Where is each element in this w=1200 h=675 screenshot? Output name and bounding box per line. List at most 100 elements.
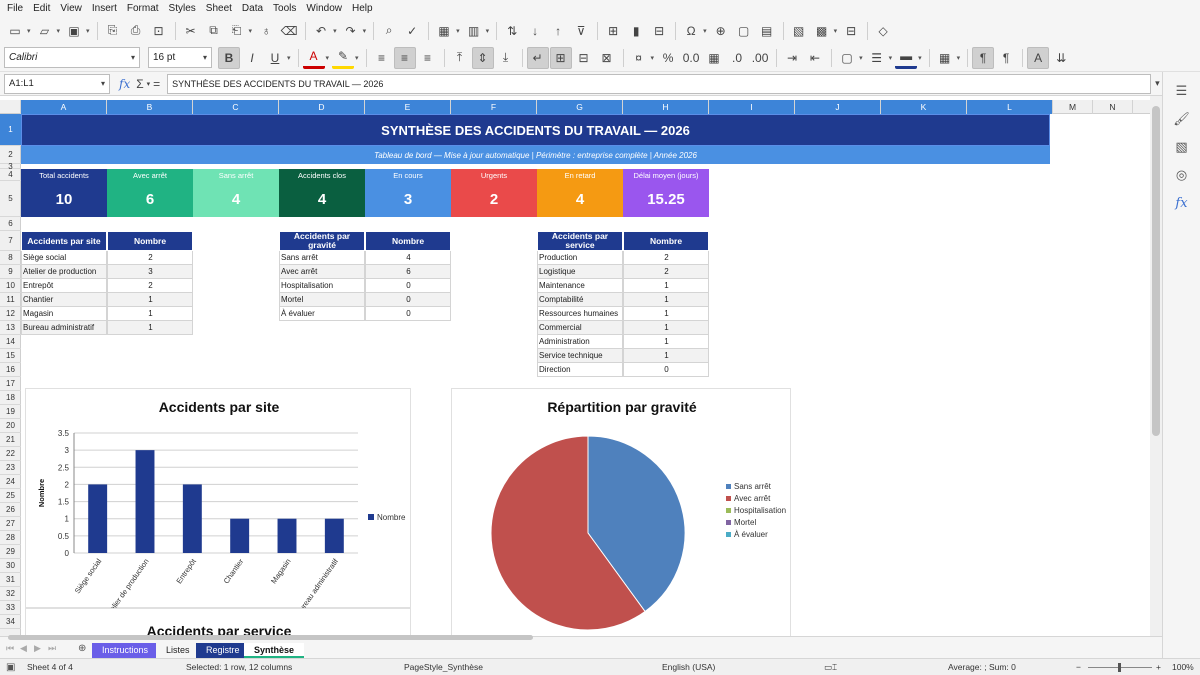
undo-dropdown-icon[interactable]: ▾ bbox=[333, 27, 337, 35]
table-cell-count[interactable]: 2 bbox=[623, 265, 709, 279]
table-header-label[interactable]: Accidents par site bbox=[21, 231, 107, 251]
chart-accidents-par-service[interactable]: Accidents par service bbox=[25, 608, 411, 636]
pivot-table-icon[interactable]: ⊟ bbox=[648, 20, 670, 42]
table-cell-count[interactable]: 0 bbox=[623, 363, 709, 377]
menu-window[interactable]: Window bbox=[301, 1, 347, 17]
cut-icon[interactable]: ✂ bbox=[180, 20, 202, 42]
increase-indent-icon[interactable]: ⇥ bbox=[781, 47, 803, 69]
column-header-a[interactable]: A bbox=[21, 100, 107, 114]
right-to-left-icon[interactable]: ¶ bbox=[995, 47, 1017, 69]
row-header-27[interactable]: 27 bbox=[0, 517, 21, 531]
spelling-icon[interactable]: ✓ bbox=[401, 20, 423, 42]
kpi-label[interactable]: Délai moyen (jours) bbox=[623, 169, 709, 181]
table-row[interactable]: Administration 1 bbox=[537, 335, 709, 349]
redo-icon[interactable]: ↷ bbox=[340, 20, 362, 42]
menu-file[interactable]: File bbox=[2, 1, 28, 17]
table-cell-label[interactable]: Logistique bbox=[537, 265, 623, 279]
row-header-14[interactable]: 14 bbox=[0, 335, 21, 349]
sheet-nav-first-icon[interactable]: ⏮ bbox=[6, 643, 14, 654]
table-row[interactable]: Comptabilité 1 bbox=[537, 293, 709, 307]
row-icon[interactable]: ▦ bbox=[433, 20, 455, 42]
sort-icon[interactable]: ⇅ bbox=[501, 20, 523, 42]
row-header-4[interactable]: 4 bbox=[0, 169, 21, 181]
sheet-tab-2[interactable]: Listes bbox=[156, 643, 200, 658]
column-header-n[interactable]: N bbox=[1093, 100, 1133, 114]
column-header-l[interactable]: L bbox=[967, 100, 1053, 114]
kpi-label[interactable]: Avec arrêt bbox=[107, 169, 193, 181]
row-header-8[interactable]: 8 bbox=[0, 251, 21, 265]
table-row[interactable]: Mortel 0 bbox=[279, 293, 451, 307]
table-cell-label[interactable]: Administration bbox=[537, 335, 623, 349]
table-row[interactable]: Direction 0 bbox=[537, 363, 709, 377]
wrap-text-icon[interactable]: ↵ bbox=[526, 46, 549, 69]
menu-view[interactable]: View bbox=[55, 1, 87, 17]
comment-icon[interactable]: ▢ bbox=[733, 20, 755, 42]
clear-formatting-icon[interactable]: ⌫ bbox=[278, 20, 300, 42]
column-header-d[interactable]: D bbox=[279, 100, 365, 114]
redo-dropdown-icon[interactable]: ▾ bbox=[363, 27, 367, 35]
formula-equals-icon[interactable]: = bbox=[153, 77, 160, 91]
bold-icon[interactable]: B bbox=[218, 46, 240, 69]
row-header-20[interactable]: 20 bbox=[0, 419, 21, 433]
navigator-icon[interactable]: ◎ bbox=[1171, 164, 1193, 186]
row-header-17[interactable]: 17 bbox=[0, 377, 21, 391]
split-window-icon[interactable]: ⊟ bbox=[840, 20, 862, 42]
row-header-18[interactable]: 18 bbox=[0, 391, 21, 405]
sheet-tab-4[interactable]: Synthèse bbox=[244, 643, 305, 658]
table-cell-label[interactable]: Siège social bbox=[21, 251, 107, 265]
table-cell-label[interactable]: Mortel bbox=[279, 293, 365, 307]
delete-decimal-icon[interactable]: .00 bbox=[749, 47, 771, 69]
row-header-1[interactable]: 1 bbox=[0, 114, 21, 146]
column-header-m[interactable]: M bbox=[1053, 100, 1093, 114]
save-icon[interactable]: ▣ bbox=[63, 20, 85, 42]
table-cell-label[interactable]: Hospitalisation bbox=[279, 279, 365, 293]
column-header-f[interactable]: F bbox=[451, 100, 537, 114]
border-style-icon[interactable]: ☰ bbox=[866, 47, 888, 69]
row-header-19[interactable]: 19 bbox=[0, 405, 21, 419]
table-row[interactable]: Service technique 1 bbox=[537, 349, 709, 363]
table-row[interactable]: Ressources humaines 1 bbox=[537, 307, 709, 321]
column-header-b[interactable]: B bbox=[107, 100, 193, 114]
status-summary[interactable]: Average: ; Sum: 0 bbox=[948, 662, 1016, 672]
table-header-count[interactable]: Nombre bbox=[107, 231, 193, 251]
borders-icon[interactable]: ▢ bbox=[836, 47, 858, 69]
kpi-label[interactable]: En cours bbox=[365, 169, 451, 181]
merge-cells-icon[interactable]: ⊟ bbox=[573, 47, 595, 69]
menu-insert[interactable]: Insert bbox=[87, 1, 122, 17]
table-cell-count[interactable]: 1 bbox=[623, 349, 709, 363]
row-header-21[interactable]: 21 bbox=[0, 433, 21, 447]
kpi-label[interactable]: Total accidents bbox=[21, 169, 107, 181]
table-cell-count[interactable]: 6 bbox=[365, 265, 451, 279]
table-row[interactable]: Avec arrêt 6 bbox=[279, 265, 451, 279]
table-cell-label[interactable]: Production bbox=[537, 251, 623, 265]
table-cell-count[interactable]: 0 bbox=[365, 279, 451, 293]
status-zoom[interactable]: 100% bbox=[1172, 662, 1194, 672]
row-header-29[interactable]: 29 bbox=[0, 545, 21, 559]
properties-icon[interactable]: 🖌 bbox=[1171, 108, 1193, 130]
menu-sheet[interactable]: Sheet bbox=[201, 1, 237, 17]
table-cell-label[interactable]: Service technique bbox=[537, 349, 623, 363]
menu-format[interactable]: Format bbox=[122, 1, 164, 17]
selection-mode-icon[interactable]: ▭⌶ bbox=[824, 662, 837, 673]
kpi-value[interactable]: 4 bbox=[537, 181, 623, 217]
row-header-25[interactable]: 25 bbox=[0, 489, 21, 503]
kpi-value[interactable]: 2 bbox=[451, 181, 537, 217]
align-bottom-icon[interactable]: ⤓ bbox=[495, 47, 517, 69]
font-size-box[interactable]: 16 pt ▾ bbox=[148, 47, 212, 68]
row-header-31[interactable]: 31 bbox=[0, 573, 21, 587]
row-header-7[interactable]: 7 bbox=[0, 231, 21, 251]
border-style-dropdown-icon[interactable]: ▾ bbox=[889, 54, 893, 62]
add-sheet-icon[interactable]: ⊕ bbox=[78, 643, 86, 654]
table-header-count[interactable]: Nombre bbox=[365, 231, 451, 251]
row-header-22[interactable]: 22 bbox=[0, 447, 21, 461]
define-print-area-icon[interactable]: ▧ bbox=[788, 20, 810, 42]
menu-data[interactable]: Data bbox=[237, 1, 268, 17]
row-header-32[interactable]: 32 bbox=[0, 587, 21, 601]
column-header-k[interactable]: K bbox=[881, 100, 967, 114]
column-header-h[interactable]: H bbox=[623, 100, 709, 114]
name-box[interactable]: A1:L1 ▾ bbox=[4, 73, 110, 94]
align-center-icon[interactable]: ≡ bbox=[393, 46, 416, 69]
kpi-value[interactable]: 3 bbox=[365, 181, 451, 217]
sheet-nav-prev-icon[interactable]: ◀ bbox=[20, 643, 27, 654]
table-cell-label[interactable]: Comptabilité bbox=[537, 293, 623, 307]
